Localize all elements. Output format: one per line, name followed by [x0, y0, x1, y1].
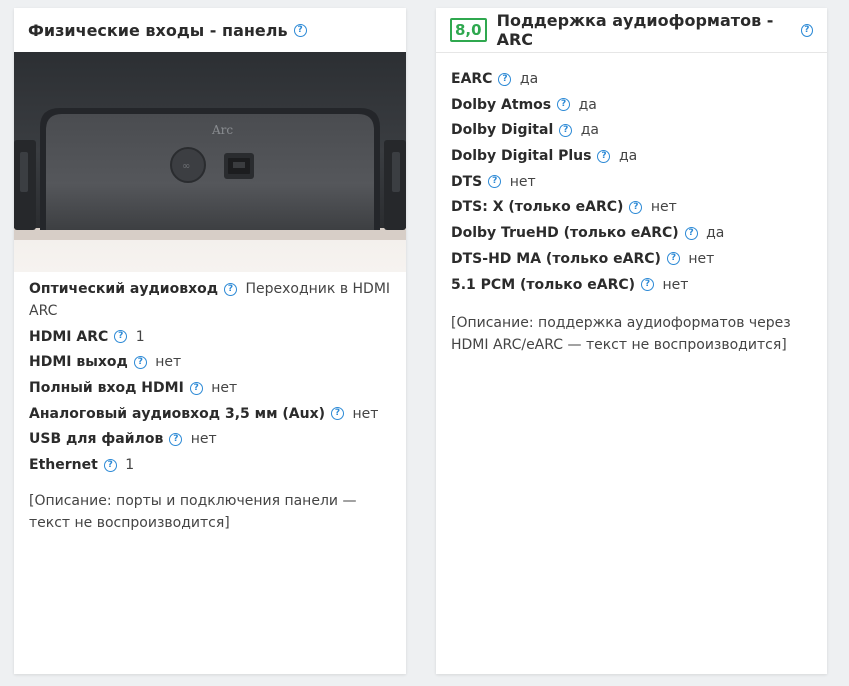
spec-value: 1: [135, 328, 145, 345]
help-icon[interactable]: ?: [800, 23, 813, 37]
spec-value: нет: [155, 354, 182, 371]
spec-label: EARC: [451, 71, 493, 87]
spec-ethernet: Ethernet? 1: [29, 454, 394, 476]
help-icon[interactable]: ?: [597, 149, 611, 163]
help-icon[interactable]: ?: [488, 175, 502, 189]
spec-value: нет: [211, 380, 238, 397]
spec-label: DTS-HD MA (только eARC): [451, 250, 661, 267]
spec-value: нет: [688, 250, 715, 267]
help-icon[interactable]: ?: [293, 23, 307, 37]
help-icon[interactable]: ?: [498, 72, 512, 86]
spec-label: 5.1 PCM (только eARC): [451, 276, 636, 293]
formats-spec-list: EARC? да Dolby Atmos? да Dolby Digital? …: [451, 68, 816, 299]
inputs-description: [Описание: порты и подключения панели — …: [29, 493, 357, 531]
spec-hdmi-out: HDMI выход? нет: [29, 351, 394, 373]
spec-hdmi-arc: HDMI ARC? 1: [29, 326, 394, 348]
spec-label: Dolby Atmos: [451, 96, 552, 113]
spec-earc: EARC? да: [451, 68, 816, 90]
spec-label: HDMI ARC: [29, 328, 109, 345]
help-icon[interactable]: ?: [666, 252, 680, 266]
spec-dolby-digital-plus: Dolby Digital Plus? да: [451, 145, 816, 167]
card-header: Физические входы - панель ?: [14, 8, 406, 52]
spec-label: Dolby Digital Plus: [451, 148, 592, 165]
spec-label: Оптический аудиовход: [29, 281, 219, 297]
spec-dts-x: DTS: X (только eARC)? нет: [451, 196, 816, 218]
spec-value: да: [618, 148, 638, 165]
spec-dolby-atmos: Dolby Atmos? да: [451, 94, 816, 116]
spec-dolby-digital: Dolby Digital? да: [451, 119, 816, 141]
spec-dolby-truehd: Dolby TrueHD (только eARC)? да: [451, 222, 816, 244]
help-icon[interactable]: ?: [684, 226, 698, 240]
spec-label: DTS: X (только eARC): [451, 199, 624, 216]
svg-text:Arc: Arc: [211, 123, 233, 137]
spec-value: нет: [650, 199, 677, 216]
physical-inputs-card: Физические входы - панель ? Arc ∞ Оптиче…: [14, 8, 406, 674]
help-icon[interactable]: ?: [133, 355, 147, 369]
spec-label: HDMI выход: [29, 354, 128, 371]
spec-value: нет: [352, 405, 379, 422]
help-icon[interactable]: ?: [559, 123, 573, 137]
help-icon[interactable]: ?: [114, 330, 128, 344]
card-title: Поддержка аудиоформатов - ARC: [496, 11, 774, 49]
spec-value: 1: [125, 457, 135, 474]
spec-label: Полный вход HDMI: [29, 380, 184, 397]
help-icon[interactable]: ?: [641, 278, 655, 291]
spec-value: да: [580, 122, 599, 139]
spec-label: DTS: [451, 173, 483, 190]
card-title: Физические входы - панель: [28, 20, 288, 40]
help-icon[interactable]: ?: [629, 200, 643, 214]
product-photo: Arc ∞: [14, 52, 406, 272]
spec-label: Аналоговый аудиовход 3,5 мм (Aux): [29, 405, 326, 422]
spec-pcm-51: 5.1 PCM (только eARC)? нет: [451, 274, 816, 296]
spec-label: Ethernet: [29, 457, 98, 474]
spec-label: USB для файлов: [29, 431, 164, 448]
spec-label: Dolby TrueHD (только eARC): [451, 225, 679, 242]
spec-dts: DTS? нет: [451, 171, 816, 193]
help-icon[interactable]: ?: [169, 432, 183, 446]
spec-aux-in: Аналоговый аудиовход 3,5 мм (Aux)? нет: [29, 403, 394, 425]
help-icon[interactable]: ?: [224, 282, 238, 296]
spec-optical-input: Оптический аудиовход? Переходник в HDMI …: [29, 278, 394, 322]
inputs-spec-list: Оптический аудиовход? Переходник в HDMI …: [29, 278, 394, 480]
spec-usb: USB для файлов? нет: [29, 428, 394, 450]
spec-dts-hd-ma: DTS-HD MA (только eARC)? нет: [451, 248, 816, 270]
audio-formats-card: 8,0 Поддержка аудиоформатов - ARC ? EARC…: [436, 8, 827, 674]
spec-value: нет: [509, 173, 536, 190]
spec-value: да: [519, 71, 539, 87]
score-badge: 8,0: [450, 18, 487, 42]
formats-description: [Описание: поддержка аудиоформатов через…: [451, 315, 791, 353]
card-header: 8,0 Поддержка аудиоформатов - ARC ?: [436, 8, 827, 53]
spec-value: нет: [190, 431, 217, 448]
spec-full-hdmi-in: Полный вход HDMI? нет: [29, 377, 394, 399]
spec-value: нет: [662, 276, 689, 293]
help-icon[interactable]: ?: [331, 407, 345, 421]
spec-value: да: [706, 225, 725, 242]
svg-text:∞: ∞: [182, 161, 190, 172]
spec-value: да: [578, 96, 597, 113]
help-icon[interactable]: ?: [557, 98, 571, 112]
help-icon[interactable]: ?: [103, 458, 117, 472]
help-icon[interactable]: ?: [189, 381, 203, 395]
spec-label: Dolby Digital: [451, 122, 554, 139]
